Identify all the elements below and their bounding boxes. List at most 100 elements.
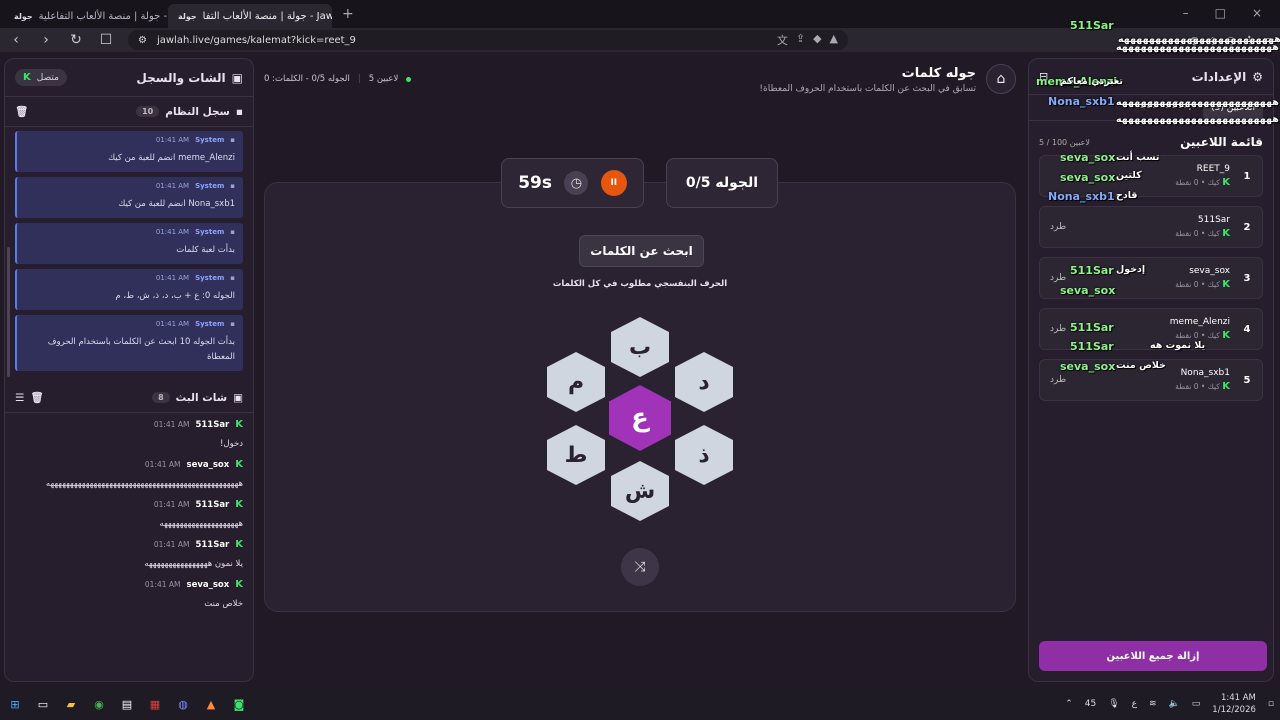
chat-message: 01:41 AM 511Sar K دخول! — [153, 419, 243, 449]
overlay-username: 511Sar — [1070, 340, 1114, 353]
home-button[interactable]: ⌂ — [986, 64, 1016, 94]
site-info-icon[interactable]: ⚙ — [138, 35, 147, 46]
player-rank: 5 — [1243, 374, 1251, 386]
maximize-icon[interactable]: □ — [1215, 6, 1226, 20]
system-log-count: 10 — [136, 106, 160, 117]
kick-button[interactable]: طرد — [1050, 324, 1066, 334]
system-message: 01:41 AM System ▪ بدأت الجوله 10 ابحث عن ال… — [15, 315, 243, 371]
close-window-icon[interactable]: × — [1252, 6, 1262, 20]
round-words-count: الجوله 0/5 - الكلمات: 0 — [264, 74, 350, 84]
chat-panel: K متصل الشات والسجل ▣ 🗑 10 سجل النظام ▪ 01:4… — [4, 58, 254, 682]
kick-app-icon[interactable]: ◙ — [230, 695, 248, 713]
kick-icon: K — [235, 459, 243, 470]
browser-tab-active[interactable]: جولةجولة | منصة الألعاب التفا - Jawlah× — [168, 4, 332, 28]
kick-button[interactable]: طرد — [1050, 273, 1066, 283]
scrollbar[interactable] — [7, 247, 10, 377]
share-icon[interactable]: ⇪ — [796, 32, 805, 48]
back-icon[interactable]: ‹ — [8, 32, 24, 48]
letter-hex-top-right[interactable]: د — [675, 352, 733, 412]
file-explorer-icon[interactable]: ▰ — [62, 695, 80, 713]
brave-icon[interactable]: ▲ — [202, 695, 220, 713]
game-header: ⌂ جوله كلمات تسابق في البحث عن الكلمات ب… — [264, 62, 1016, 102]
players-list-title: قائمة اللاعبين — [1180, 135, 1263, 149]
tray-chevron-icon[interactable]: ⌃ — [1065, 699, 1073, 709]
shuffle-button[interactable]: ⤨ — [621, 548, 659, 586]
app-icon[interactable]: ▦ — [146, 695, 164, 713]
player-name: 511Sar — [1197, 215, 1230, 225]
brave-shield-icon[interactable]: ◆ — [813, 32, 821, 48]
trash-icon[interactable]: 🗑 — [15, 105, 28, 118]
volume-icon[interactable]: 🔈 — [1169, 699, 1180, 709]
trash-icon[interactable]: 🗑 — [30, 391, 43, 404]
kick-icon: K — [235, 499, 243, 510]
overlay-username: 511Sar — [1070, 321, 1114, 334]
kick-icon: K — [1222, 177, 1230, 188]
bookmark-icon[interactable]: ☐ — [98, 32, 114, 48]
letter-hex-top-left[interactable]: م — [547, 352, 605, 412]
player-rank: 2 — [1243, 221, 1251, 233]
overlay-text: تسب أنت — [1116, 152, 1160, 163]
notepad-icon[interactable]: ▤ — [118, 695, 136, 713]
browser-tab[interactable]: جولة جولة | منصة الألعاب التفاعلية - Jawl… — [4, 4, 168, 28]
overlay-text: هههههههههههههههههههههههههه — [1116, 42, 1279, 53]
windows-start-icon[interactable]: ⊞ — [6, 695, 24, 713]
system-message: 01:41 AM System ▪ Nona_sxb1 انضم للعبة من ك… — [15, 177, 243, 218]
battery-icon[interactable]: ▭ — [1192, 699, 1201, 709]
language-indicator[interactable]: ع — [1132, 699, 1137, 709]
timer-value: 59s — [518, 173, 552, 193]
overlay-text: قادح — [1116, 190, 1138, 201]
kick-button[interactable]: طرد — [1050, 375, 1066, 385]
mic-icon[interactable]: 🎙 — [1108, 699, 1119, 709]
timer-panel: 59s ◷ II — [501, 158, 644, 208]
clock-icon: ◷ — [564, 171, 589, 195]
system-icon: ▪ — [230, 182, 235, 190]
kick-icon: K — [1222, 228, 1230, 239]
chat-message: 01:41 AM seva_sox K خلاص منت — [144, 579, 243, 609]
minimize-icon[interactable]: – — [1183, 6, 1189, 20]
letter-hex-center[interactable]: ع — [609, 385, 671, 451]
letter-hex-top[interactable]: ب — [611, 317, 669, 377]
system-message: 01:41 AM System ▪ meme_Alenzi انضم للعبة من… — [15, 131, 243, 172]
translate-icon[interactable]: 文 — [777, 32, 788, 48]
game-stats: الجوله 0/5 - الكلمات: 0 | 5 لاعبين — [264, 74, 412, 84]
rewards-icon[interactable]: ▲ — [830, 32, 838, 48]
letter-hex-bottom[interactable]: ش — [611, 461, 669, 521]
online-dot-icon — [406, 76, 412, 82]
overlay-username: seva_sox — [1060, 284, 1116, 297]
player-rank: 3 — [1243, 272, 1251, 284]
task-view-icon[interactable]: ▭ — [34, 695, 52, 713]
kick-icon: K — [235, 419, 243, 430]
overlay-text: خلاص منت — [1116, 360, 1166, 371]
player-rank: 4 — [1243, 323, 1251, 335]
kick-icon: K — [1222, 330, 1230, 341]
game-subtitle: تسابق في البحث عن الكلمات باستخدام الحرو… — [759, 84, 976, 94]
overlay-text: هههههههههههههههههههههههههه — [1116, 114, 1279, 125]
terminal-icon: ▪ — [235, 105, 243, 118]
discord-icon[interactable]: ◍ — [174, 695, 192, 713]
system-log-title: سجل النظام — [165, 105, 230, 118]
align-icon[interactable]: ☰ — [15, 392, 24, 404]
kick-button[interactable]: طرد — [1050, 222, 1066, 232]
pause-button[interactable]: II — [600, 170, 627, 196]
new-tab-icon[interactable]: + — [332, 6, 364, 22]
home-icon: ⌂ — [996, 71, 1006, 87]
system-log-header: 🗑 10 سجل النظام ▪ — [5, 97, 253, 127]
system-icon: ▪ — [230, 320, 235, 328]
letter-hex-bottom-right[interactable]: ذ — [675, 425, 733, 485]
reload-icon[interactable]: ↻ — [68, 32, 84, 48]
forward-icon[interactable]: › — [38, 32, 54, 48]
live-chat-title: شات البث — [175, 391, 228, 404]
notifications-icon[interactable]: ▫ — [1268, 699, 1274, 709]
overlay-text: يلا نموت هه — [1150, 340, 1206, 351]
kick-icon: K — [23, 72, 31, 83]
game-title: جوله كلمات — [901, 66, 976, 81]
wifi-icon[interactable]: ≋ — [1149, 699, 1157, 709]
remove-all-players-button[interactable]: إزالة جميع اللاعبين — [1039, 641, 1267, 671]
gear-icon: ⚙ — [1252, 69, 1263, 84]
system-clock[interactable]: 1:41 AM 1/12/2026 — [1212, 692, 1256, 716]
url-field[interactable]: ⚙ jawlah.live/games/kalemat?kick=reet_9 文 ⇪… — [128, 30, 848, 50]
chrome-icon[interactable]: ◉ — [90, 695, 108, 713]
overlay-text: كلتين — [1116, 170, 1142, 181]
letter-hex-bottom-left[interactable]: ط — [547, 425, 605, 485]
tray-battery: 45 — [1084, 699, 1097, 709]
